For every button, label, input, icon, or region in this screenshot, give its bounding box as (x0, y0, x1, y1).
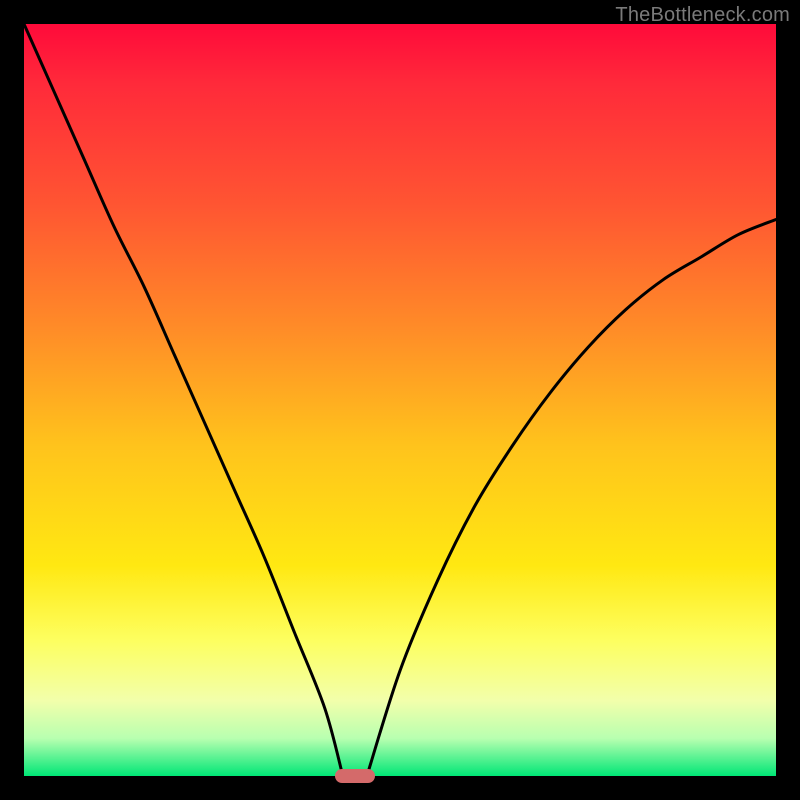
right-branch-curve (367, 220, 776, 776)
chart-curves (24, 24, 776, 776)
chart-frame (24, 24, 776, 776)
left-branch-curve (24, 24, 343, 776)
bottleneck-marker (335, 769, 375, 783)
